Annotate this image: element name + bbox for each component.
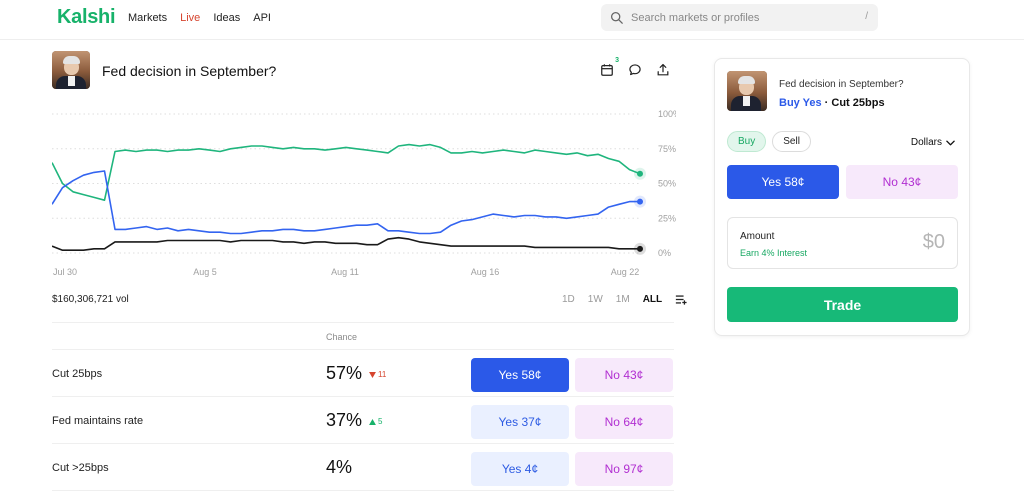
amount-label: Amount <box>740 231 775 242</box>
calendar-badge: 3 <box>615 57 619 64</box>
series-endpoint-2 <box>637 245 643 252</box>
chance-delta: 5 <box>369 417 382 426</box>
outcome-chance: 37% <box>326 410 363 430</box>
panel-yes-button[interactable]: Yes 58¢ <box>727 165 839 199</box>
nav-ideas[interactable]: Ideas <box>213 12 240 24</box>
x-tick-label: Aug 16 <box>471 267 500 277</box>
triangle-up-icon <box>369 418 376 425</box>
trade-button[interactable]: Trade <box>727 287 958 322</box>
range-1w[interactable]: 1W <box>588 294 603 305</box>
range-all[interactable]: ALL <box>643 294 662 305</box>
currency-dropdown[interactable]: Dollars <box>911 137 955 148</box>
range-1m[interactable]: 1M <box>616 294 630 305</box>
outcome-chance: 57% <box>326 363 363 383</box>
share-icon[interactable] <box>656 63 670 77</box>
panel-market-title: Fed decision in September? <box>779 79 904 90</box>
outcome-name: Fed maintains rate <box>52 415 144 427</box>
market-header: Fed decision in September? 3 <box>52 51 674 91</box>
x-tick-label: Aug 11 <box>331 267 359 277</box>
delta-value: 11 <box>378 370 387 379</box>
outcomes-header: Chance <box>52 322 674 350</box>
add-to-list-icon[interactable] <box>675 294 687 305</box>
y-tick-label: 25% <box>658 213 676 223</box>
volume-text: $160,306,721 vol <box>52 294 129 305</box>
nav-api[interactable]: API <box>253 12 271 24</box>
outcome-row-cut-25bps[interactable]: Cut 25bps 57% 11 Yes 58¢ No 43¢ <box>52 351 674 397</box>
series-line-0 <box>52 143 641 201</box>
nav-markets[interactable]: Markets <box>128 12 167 24</box>
interest-note: Earn 4% Interest <box>740 248 808 258</box>
amount-value: $0 <box>922 231 945 253</box>
search-icon <box>610 11 623 24</box>
y-tick-label: 100% <box>658 109 676 119</box>
panel-order-side: Buy Yes · Cut 25bps <box>779 97 885 109</box>
main-nav: Markets Live Ideas API <box>128 12 271 24</box>
buy-no-button[interactable]: No 64¢ <box>575 405 673 439</box>
range-1d[interactable]: 1D <box>562 294 575 305</box>
market-title: Fed decision in September? <box>102 63 277 79</box>
panel-market-avatar <box>727 71 767 111</box>
buy-yes-button[interactable]: Yes 37¢ <box>471 405 569 439</box>
market-avatar <box>52 51 90 89</box>
kalshi-logo[interactable]: Kalshi <box>57 6 116 29</box>
panel-side-label: Buy Yes <box>779 97 822 109</box>
currency-label: Dollars <box>910 137 942 148</box>
top-header: Kalshi Markets Live Ideas API / <box>0 0 1024 40</box>
chevron-down-icon <box>946 140 955 145</box>
outcome-row-cut-more-25bps[interactable]: Cut >25bps 4% Yes 4¢ No 97¢ <box>52 445 674 491</box>
calendar-icon[interactable]: 3 <box>600 57 619 77</box>
x-tick-label: Aug 22 <box>611 267 640 277</box>
chance-delta: 11 <box>369 370 386 379</box>
series-endpoint-1 <box>637 198 643 205</box>
buy-yes-button[interactable]: Yes 58¢ <box>471 358 569 392</box>
x-tick-label: Aug 5 <box>193 267 217 277</box>
buy-no-button[interactable]: No 43¢ <box>575 358 673 392</box>
outcome-name: Cut 25bps <box>52 368 103 380</box>
x-tick-label: Jul 30 <box>53 267 77 277</box>
nav-live[interactable]: Live <box>180 12 200 24</box>
tab-buy[interactable]: Buy <box>727 131 767 152</box>
amount-input[interactable]: Amount Earn 4% Interest $0 <box>727 217 958 269</box>
search-bar[interactable]: / <box>601 4 878 31</box>
y-tick-label: 50% <box>658 179 676 189</box>
price-chart[interactable]: 100% 75% 50% 25% 0% Jul 30 Aug 5 Aug 11 Aug 16 Au… <box>52 104 676 280</box>
outcome-name: Cut >25bps <box>52 462 109 474</box>
market-actions: 3 <box>600 57 670 77</box>
search-shortcut: / <box>865 11 868 22</box>
series-line-2 <box>52 236 640 251</box>
panel-outcome-label: · Cut 25bps <box>824 97 885 109</box>
triangle-down-icon <box>369 371 376 378</box>
buy-no-button[interactable]: No 97¢ <box>575 452 673 486</box>
series-line-1 <box>52 170 640 235</box>
tab-sell[interactable]: Sell <box>772 131 811 152</box>
y-tick-label: 75% <box>658 144 676 154</box>
search-input[interactable] <box>631 11 851 24</box>
y-tick-label: 0% <box>658 248 671 258</box>
delta-value: 5 <box>378 417 383 426</box>
series-endpoint-0 <box>637 170 643 177</box>
panel-no-button[interactable]: No 43¢ <box>846 165 958 199</box>
chance-column-label: Chance <box>326 332 358 342</box>
comment-icon[interactable] <box>628 63 642 77</box>
time-range-selector: 1D 1W 1M ALL <box>562 294 687 305</box>
buy-yes-button[interactable]: Yes 4¢ <box>471 452 569 486</box>
buy-sell-tabs: Buy Sell <box>727 131 811 152</box>
outcome-chance: 4% <box>326 457 353 477</box>
trade-panel: Fed decision in September? Buy Yes · Cut… <box>714 58 970 336</box>
outcome-row-fed-maintains[interactable]: Fed maintains rate 37% 5 Yes 37¢ No 64¢ <box>52 398 674 444</box>
